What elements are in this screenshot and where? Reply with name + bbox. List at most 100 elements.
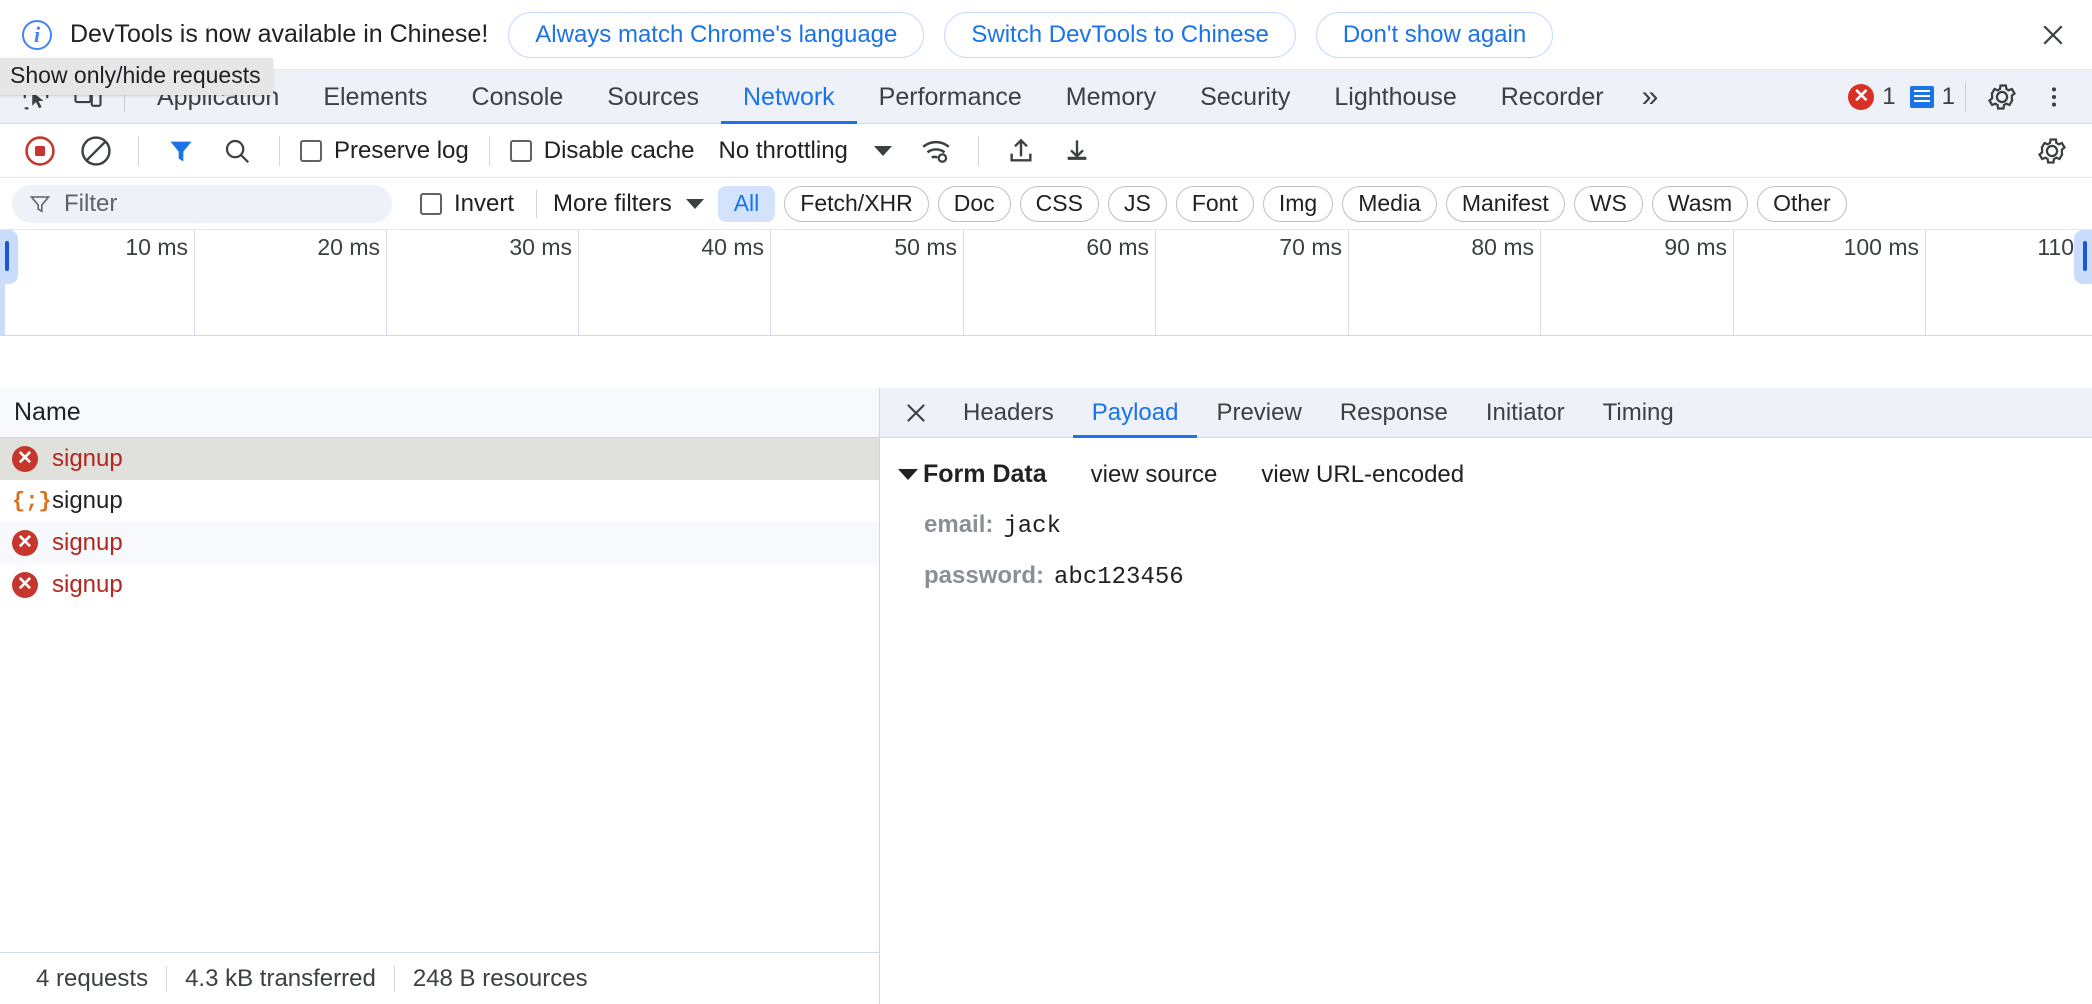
error-circle-icon: ✕ bbox=[12, 530, 38, 556]
chip-doc[interactable]: Doc bbox=[937, 185, 1011, 222]
error-circle-icon: ✕ bbox=[12, 572, 38, 598]
toolbar-divider-1 bbox=[138, 135, 139, 166]
switch-devtools-chinese-button[interactable]: Switch DevTools to Chinese bbox=[944, 11, 1296, 58]
language-infobar: i DevTools is now available in Chinese! … bbox=[0, 0, 2092, 70]
request-name: signup bbox=[52, 445, 123, 472]
gear-icon[interactable] bbox=[1980, 75, 2024, 119]
caret-down-icon[interactable] bbox=[898, 469, 918, 480]
chip-css[interactable]: CSS bbox=[1019, 185, 1099, 222]
filter-funnel-icon[interactable] bbox=[159, 129, 203, 173]
view-url-encoded-link[interactable]: view URL-encoded bbox=[1261, 461, 1464, 489]
timeline-col-4: 40 ms bbox=[579, 230, 771, 335]
toolbar-divider-4 bbox=[977, 135, 979, 166]
view-source-link[interactable]: view source bbox=[1091, 461, 1218, 489]
timeline-tick-label: 60 ms bbox=[1086, 234, 1149, 260]
tab-sources[interactable]: Sources bbox=[585, 70, 721, 124]
form-field-key: email: bbox=[924, 511, 994, 538]
timeline-selection-handle-left[interactable] bbox=[0, 230, 18, 284]
message-count-label: 1 bbox=[1941, 82, 1955, 110]
tab-recorder[interactable]: Recorder bbox=[1479, 70, 1626, 124]
timeline-tick-label: 10 ms bbox=[125, 234, 188, 260]
devtools-tabbar: Application Elements Console Sources Net… bbox=[0, 70, 2092, 124]
chip-other[interactable]: Other bbox=[1757, 185, 1847, 222]
resource-type-chips: All Fetch/XHR Doc CSS JS Font Img Media … bbox=[717, 185, 1847, 222]
timeline-tick-label: 40 ms bbox=[701, 234, 764, 260]
search-input[interactable]: Filter bbox=[12, 184, 392, 223]
chip-ws[interactable]: WS bbox=[1573, 185, 1643, 222]
chip-manifest[interactable]: Manifest bbox=[1445, 185, 1565, 222]
chip-fetch-xhr[interactable]: Fetch/XHR bbox=[784, 185, 929, 222]
devtools-window: i DevTools is now available in Chinese! … bbox=[0, 0, 2092, 1004]
tab-initiator[interactable]: Initiator bbox=[1467, 388, 1584, 438]
network-settings-gear-icon[interactable] bbox=[2030, 129, 2074, 173]
dont-show-again-button[interactable]: Don't show again bbox=[1315, 11, 1554, 58]
request-details-pane: Headers Payload Preview Response Initiat… bbox=[880, 388, 2092, 1004]
always-match-language-button[interactable]: Always match Chrome's language bbox=[508, 11, 925, 58]
timeline-tick-label: 80 ms bbox=[1471, 234, 1534, 260]
requests-list[interactable]: ✕ signup {;} signup ✕ signup ✕ signup bbox=[0, 438, 879, 952]
tab-network[interactable]: Network bbox=[721, 70, 857, 124]
form-data-header: Form Data view source view URL-encoded bbox=[898, 460, 2092, 489]
kebab-menu-icon[interactable] bbox=[2032, 75, 2076, 119]
timeline-tick-label: 20 ms bbox=[317, 234, 380, 260]
chip-media[interactable]: Media bbox=[1342, 185, 1437, 222]
throttling-select[interactable]: No throttling bbox=[718, 137, 892, 165]
table-row[interactable]: {;} signup bbox=[0, 480, 879, 522]
chevron-down-icon bbox=[873, 145, 892, 156]
tab-security[interactable]: Security bbox=[1178, 70, 1312, 124]
timeline-col-3: 30 ms bbox=[387, 230, 579, 335]
network-conditions-icon[interactable] bbox=[914, 129, 958, 173]
payload-body: Form Data view source view URL-encoded e… bbox=[880, 438, 2092, 1004]
error-circle-icon: ✕ bbox=[12, 446, 38, 472]
tab-timing[interactable]: Timing bbox=[1584, 388, 1693, 438]
preserve-log-box bbox=[300, 139, 322, 162]
tab-preview[interactable]: Preview bbox=[1197, 388, 1320, 438]
timeline-tick-label: 100 ms bbox=[1843, 234, 1919, 260]
chip-js[interactable]: JS bbox=[1107, 185, 1167, 222]
tab-payload[interactable]: Payload bbox=[1073, 388, 1198, 438]
tab-headers[interactable]: Headers bbox=[944, 388, 1073, 438]
timeline-tick-label: 30 ms bbox=[509, 234, 572, 260]
close-icon[interactable] bbox=[2036, 18, 2070, 52]
form-data-field: password: abc123456 bbox=[898, 562, 2092, 591]
tab-memory[interactable]: Memory bbox=[1044, 70, 1178, 124]
disable-cache-box bbox=[509, 139, 532, 162]
clear-network-icon[interactable] bbox=[74, 129, 118, 173]
tab-performance[interactable]: Performance bbox=[857, 70, 1044, 124]
search-icon[interactable] bbox=[215, 129, 259, 173]
timeline-col-6: 60 ms bbox=[964, 230, 1156, 335]
more-filters-dropdown[interactable]: More filters bbox=[553, 190, 704, 218]
chip-img[interactable]: Img bbox=[1262, 185, 1334, 222]
tab-response[interactable]: Response bbox=[1321, 388, 1467, 438]
invert-label: Invert bbox=[454, 189, 515, 217]
tab-lighthouse[interactable]: Lighthouse bbox=[1312, 70, 1478, 124]
preserve-log-checkbox[interactable]: Preserve log bbox=[300, 137, 469, 165]
tab-elements[interactable]: Elements bbox=[301, 70, 449, 124]
timeline-col-1: 10 ms bbox=[0, 230, 195, 335]
disable-cache-checkbox[interactable]: Disable cache bbox=[509, 137, 694, 165]
invert-checkbox[interactable]: Invert bbox=[420, 190, 514, 218]
close-icon[interactable] bbox=[894, 391, 938, 435]
timeline-tick-label: 110 bbox=[2037, 234, 2074, 260]
tab-console[interactable]: Console bbox=[450, 70, 586, 124]
requests-column-header[interactable]: Name bbox=[0, 388, 879, 438]
table-row[interactable]: ✕ signup bbox=[0, 438, 879, 480]
form-field-key: password: bbox=[924, 562, 1045, 589]
table-row[interactable]: ✕ signup bbox=[0, 564, 879, 606]
timeline-col-8: 80 ms bbox=[1349, 230, 1541, 335]
chip-all[interactable]: All bbox=[717, 185, 776, 222]
network-overview-timeline[interactable]: 10 ms 20 ms 30 ms 40 ms 50 ms 60 ms 70 m… bbox=[0, 230, 2092, 336]
chip-wasm[interactable]: Wasm bbox=[1651, 185, 1749, 222]
chip-font[interactable]: Font bbox=[1175, 185, 1254, 222]
error-count-label: 1 bbox=[1882, 82, 1896, 110]
error-count-badge[interactable]: ✕ 1 bbox=[1848, 82, 1896, 111]
message-count-badge[interactable]: 1 bbox=[1909, 82, 1955, 111]
more-tabs-icon[interactable]: » bbox=[1626, 80, 1672, 114]
record-stop-icon[interactable] bbox=[18, 129, 62, 173]
export-har-icon[interactable] bbox=[1055, 129, 1099, 173]
network-filter-row: Filter Invert More filters All Fetch/XHR… bbox=[0, 178, 2092, 230]
table-row[interactable]: ✕ signup bbox=[0, 522, 879, 564]
import-har-icon[interactable] bbox=[999, 129, 1043, 173]
timeline-selection-handle-right[interactable] bbox=[2074, 230, 2092, 284]
form-data-field: email: jack bbox=[898, 511, 2092, 540]
